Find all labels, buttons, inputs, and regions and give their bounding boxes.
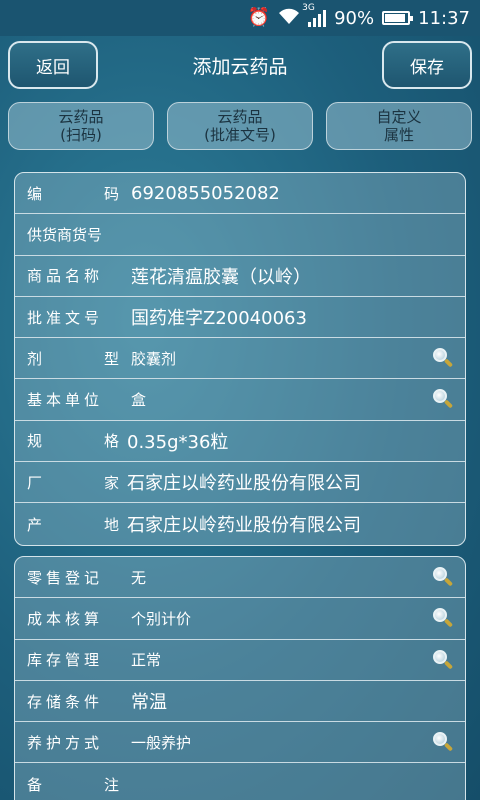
manufacturer-label: 厂家 — [27, 473, 119, 492]
supplier-code-row[interactable]: 供货商货号 — [15, 214, 465, 256]
dosage-form-value[interactable]: 胶囊剂 — [131, 348, 176, 369]
base-unit-row[interactable]: 基本单位 盒 — [15, 379, 465, 421]
product-name-row[interactable]: 商品名称 莲花清瘟胶囊（以岭） — [15, 256, 465, 297]
manufacturer-row[interactable]: 厂家 石家庄以岭药业股份有限公司 — [15, 462, 465, 504]
network-type: 3G — [302, 3, 315, 13]
origin-row[interactable]: 产地 石家庄以岭药业股份有限公司 — [15, 503, 465, 544]
cost-accounting-label: 成本核算 — [27, 609, 104, 628]
search-icon[interactable] — [431, 607, 454, 629]
code-value[interactable]: 6920855052082 — [131, 183, 280, 204]
dosage-form-row[interactable]: 剂型 胶囊剂 — [15, 338, 465, 380]
search-icon[interactable] — [431, 566, 454, 588]
note-label: 备注 — [27, 775, 119, 794]
base-unit-label: 基本单位 — [27, 391, 104, 410]
maintenance-method-value[interactable]: 一般养护 — [131, 732, 191, 753]
search-icon[interactable] — [431, 388, 454, 410]
retail-register-value[interactable]: 无 — [131, 567, 146, 588]
approval-number-row[interactable]: 批准文号 国药准字Z20040063 — [15, 297, 465, 339]
storage-condition-row[interactable]: 存储条件 常温 — [15, 681, 465, 723]
note-row[interactable]: 备注 — [15, 763, 465, 800]
search-icon[interactable] — [431, 649, 454, 671]
approval-number-value[interactable]: 国药准字Z20040063 — [131, 304, 307, 330]
storage-condition-label: 存储条件 — [27, 692, 104, 711]
code-label: 编码 — [27, 184, 119, 203]
storage-condition-value[interactable]: 常温 — [131, 688, 167, 714]
alarm-icon: ⏰ — [247, 7, 271, 28]
product-name-value[interactable]: 莲花清瘟胶囊（以岭） — [131, 263, 311, 289]
status-bar: ⏰ 3G 90% 11:37 — [0, 0, 480, 36]
tab-bar: 云药品 (扫码) 云药品 (批准文号) 自定义 属性 — [0, 102, 480, 152]
tab-custom-attributes[interactable]: 自定义 属性 — [326, 102, 472, 150]
tab-cloud-drug-approval[interactable]: 云药品 (批准文号) — [167, 102, 313, 150]
save-button[interactable]: 保存 — [382, 41, 472, 89]
retail-register-label: 零售登记 — [27, 568, 104, 587]
maintenance-method-label: 养护方式 — [27, 733, 104, 752]
stock-management-label: 库存管理 — [27, 651, 104, 670]
specification-row[interactable]: 规格 0.35g*36粒 — [15, 421, 465, 463]
tab-cloud-drug-scan[interactable]: 云药品 (扫码) — [8, 102, 154, 150]
stock-management-value[interactable]: 正常 — [131, 649, 161, 670]
battery-icon — [382, 11, 414, 25]
supplier-code-label: 供货商货号 — [27, 225, 103, 244]
basic-info-panel: 编码 6920855052082 供货商货号 商品名称 莲花清瘟胶囊（以岭） 批… — [14, 172, 466, 546]
cost-accounting-row[interactable]: 成本核算 个别计价 — [15, 598, 465, 640]
cost-accounting-value[interactable]: 个别计价 — [131, 608, 191, 629]
search-icon[interactable] — [431, 731, 454, 753]
origin-value[interactable]: 石家庄以岭药业股份有限公司 — [127, 511, 361, 537]
manufacturer-value[interactable]: 石家庄以岭药业股份有限公司 — [127, 469, 361, 495]
dosage-form-label: 剂型 — [27, 349, 119, 368]
battery-percent: 90% — [334, 7, 375, 29]
origin-label: 产地 — [27, 515, 119, 534]
code-row[interactable]: 编码 6920855052082 — [15, 173, 465, 215]
stock-management-row[interactable]: 库存管理 正常 — [15, 640, 465, 681]
product-name-label: 商品名称 — [27, 267, 104, 286]
management-info-panel: 零售登记 无 成本核算 个别计价 库存管理 正常 存储条件 常温 养护方式 一般… — [14, 556, 466, 800]
clock: 11:37 — [418, 7, 470, 29]
retail-register-row[interactable]: 零售登记 无 — [15, 557, 465, 599]
base-unit-value[interactable]: 盒 — [131, 389, 146, 410]
specification-label: 规格 — [27, 432, 119, 451]
specification-value[interactable]: 0.35g*36粒 — [127, 428, 228, 454]
search-icon[interactable] — [431, 347, 454, 369]
approval-number-label: 批准文号 — [27, 308, 104, 327]
wifi-icon — [278, 7, 300, 29]
maintenance-method-row[interactable]: 养护方式 一般养护 — [15, 722, 465, 764]
signal-icon: 3G — [302, 3, 327, 27]
title-bar: 返回 添加云药品 保存 — [0, 36, 480, 96]
